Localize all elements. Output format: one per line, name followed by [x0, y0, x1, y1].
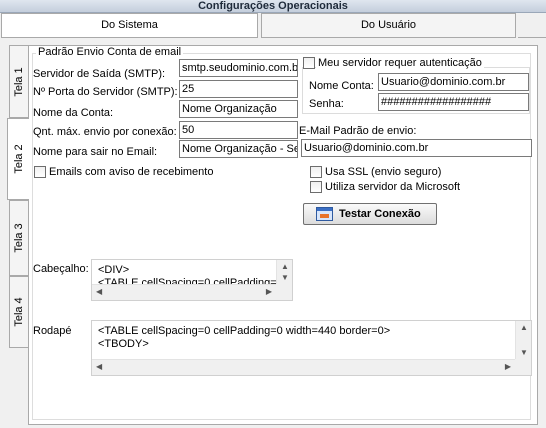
auth-account-label: Nome Conta:	[309, 80, 374, 92]
header-horizontal-scrollbar[interactable]: ◀ ▶	[92, 284, 276, 300]
account-name-input[interactable]: Nome Organização	[179, 100, 298, 118]
exit-name-label: Nome para sair no Email:	[33, 146, 158, 158]
scroll-up-icon: ▲	[281, 262, 289, 271]
port-label: Nº Porta do Servidor (SMTP):	[33, 86, 178, 98]
side-tab-tela-4[interactable]: Tela 4	[9, 276, 28, 348]
smtp-port-input[interactable]: 25	[179, 80, 298, 98]
footer-line: <TBODY>	[98, 338, 149, 350]
scroll-right-icon: ▶	[265, 287, 272, 296]
side-tab-label: Tela 1	[13, 66, 25, 97]
header-line: <DIV>	[98, 264, 130, 276]
max-send-input[interactable]: 50	[179, 121, 298, 139]
scroll-corner	[515, 359, 531, 375]
smtp-server-input[interactable]: smtp.seudominio.com.br	[179, 59, 298, 77]
microsoft-label: Utiliza servidor da Microsoft	[325, 181, 461, 193]
scroll-left-icon: ◀	[96, 362, 103, 371]
side-tab-label: Tela 4	[13, 297, 25, 327]
password-input[interactable]: ##################	[378, 93, 529, 111]
max-send-label: Qnt. máx. envio por conexão:	[33, 126, 177, 138]
test-connection-button[interactable]: Testar Conexão	[303, 203, 437, 225]
header-vertical-scrollbar[interactable]: ▲ ▼	[276, 260, 292, 284]
scroll-up-icon: ▲	[520, 323, 528, 332]
receipt-checkbox[interactable]	[34, 166, 46, 178]
side-tab-label: Tela 3	[13, 223, 25, 253]
scroll-down-icon: ▼	[281, 273, 289, 282]
scroll-corner	[276, 284, 292, 300]
tab-do-sistema[interactable]: Do Sistema	[1, 13, 258, 38]
exit-name-input[interactable]: Nome Organização - Se	[179, 140, 298, 158]
scroll-down-icon: ▼	[520, 348, 528, 357]
ssl-checkbox[interactable]	[310, 166, 322, 178]
tab-do-usuario[interactable]: Do Usuário	[261, 13, 516, 38]
default-email-input[interactable]: Usuario@dominio.com.br	[301, 139, 532, 157]
smtp-label: Servidor de Saída (SMTP):	[33, 68, 166, 80]
side-tab-tela-2[interactable]: Tela 2	[7, 118, 29, 200]
default-email-label: E-Mail Padrão de envio:	[299, 125, 417, 137]
footer-horizontal-scrollbar[interactable]: ◀ ▶	[92, 359, 515, 375]
server-test-icon	[316, 207, 333, 221]
header-memo[interactable]: <DIV> <TABLE cellSpacing=0 cellPadding=0…	[91, 259, 293, 301]
email-settings-panel: Padrão Envio Conta de email Servidor de …	[28, 45, 538, 425]
footer-memo[interactable]: <TABLE cellSpacing=0 cellPadding=0 width…	[91, 320, 532, 376]
footer-label: Rodapé	[33, 325, 72, 337]
password-label: Senha:	[309, 98, 344, 110]
test-connection-label: Testar Conexão	[339, 208, 421, 220]
auth-label: Meu servidor requer autenticação	[316, 57, 484, 69]
tab-strip-filler	[518, 13, 546, 38]
side-tab-label: Tela 2	[12, 144, 25, 174]
microsoft-checkbox[interactable]	[310, 181, 322, 193]
scroll-right-icon: ▶	[504, 362, 511, 371]
window-title: Configurações Operacionais	[0, 0, 546, 13]
ssl-label: Usa SSL (envio seguro)	[325, 166, 442, 178]
receipt-label: Emails com aviso de recebimento	[49, 166, 214, 178]
auth-checkbox[interactable]	[303, 57, 315, 69]
header-label: Cabeçalho:	[33, 263, 89, 275]
footer-line: <TABLE cellSpacing=0 cellPadding=0 width…	[98, 325, 391, 337]
footer-vertical-scrollbar[interactable]: ▲ ▼	[515, 321, 531, 359]
email-group-title: Padrão Envio Conta de email	[36, 46, 184, 58]
scroll-left-icon: ◀	[96, 287, 103, 296]
auth-account-input[interactable]: Usuario@dominio.com.br	[378, 73, 529, 91]
side-tab-tela-1[interactable]: Tela 1	[9, 45, 28, 118]
account-name-label: Nome da Conta:	[33, 107, 114, 119]
side-tab-tela-3[interactable]: Tela 3	[9, 200, 28, 276]
